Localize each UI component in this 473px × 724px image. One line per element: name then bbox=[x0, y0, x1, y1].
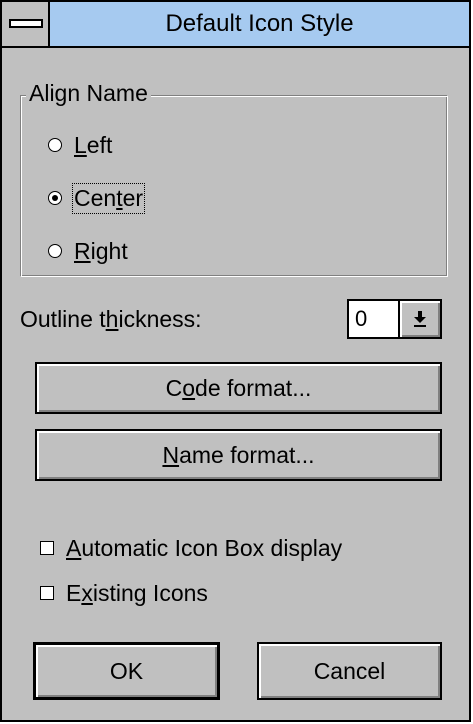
outline-thickness-label: Outline thickness: bbox=[20, 306, 202, 332]
existing-icons-label: Existing Icons bbox=[66, 579, 208, 606]
cancel-button[interactable]: Cancel bbox=[257, 642, 442, 700]
existing-icons-checkbox[interactable]: Existing Icons bbox=[40, 577, 208, 609]
outline-thickness-value: 0 bbox=[355, 306, 368, 331]
title-bar[interactable]: Default Icon Style bbox=[2, 2, 469, 48]
automatic-icon-box-display-box[interactable] bbox=[40, 541, 54, 555]
dialog-title: Default Icon Style bbox=[165, 10, 354, 37]
radio-right[interactable]: Right bbox=[48, 234, 128, 268]
code-format-button[interactable]: Co de format... bbox=[35, 362, 442, 414]
outline-thickness-dropdown[interactable]: 0 bbox=[347, 299, 442, 339]
system-menu-button[interactable] bbox=[2, 2, 50, 46]
align-name-group-label: Align Name bbox=[26, 78, 151, 108]
radio-left-label: Left bbox=[74, 131, 113, 158]
existing-icons-box[interactable] bbox=[40, 586, 54, 600]
ok-button[interactable]: OK bbox=[33, 642, 220, 700]
arrow-down-icon bbox=[414, 311, 426, 327]
radio-center-indicator[interactable] bbox=[48, 191, 62, 205]
system-menu-icon bbox=[9, 19, 43, 28]
automatic-icon-box-display-label: Automatic Icon Box display bbox=[66, 534, 343, 561]
radio-right-indicator[interactable] bbox=[48, 244, 62, 258]
radio-right-label: Right bbox=[74, 237, 128, 264]
default-icon-style-dialog: Default Icon Style Align Name Left Cente… bbox=[0, 0, 471, 722]
radio-center-label: Center bbox=[71, 182, 146, 214]
automatic-icon-box-display-checkbox[interactable]: Automatic Icon Box display bbox=[40, 532, 342, 564]
dropdown-arrow-button[interactable] bbox=[398, 301, 440, 337]
radio-left[interactable]: Left bbox=[48, 128, 112, 162]
radio-left-indicator[interactable] bbox=[48, 138, 62, 152]
name-format-button[interactable]: Name format... bbox=[35, 429, 442, 481]
radio-center[interactable]: Center bbox=[48, 181, 146, 215]
